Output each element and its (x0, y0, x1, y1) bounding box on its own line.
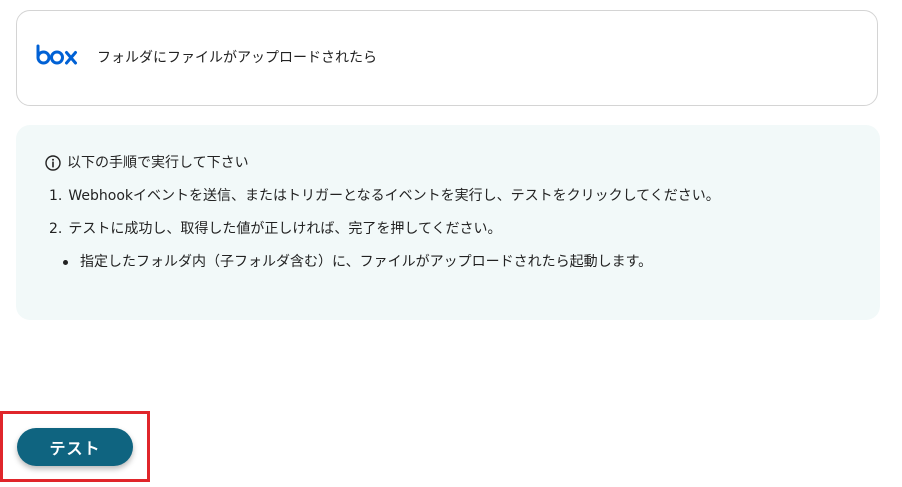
step-text: テストに成功し、取得した値が正しければ、完了を押してください。 (68, 221, 502, 237)
test-button[interactable]: テスト (17, 428, 133, 466)
step-number: 1. (49, 188, 63, 204)
box-logo-icon (36, 44, 78, 70)
trigger-card[interactable]: フォルダにファイルがアップロードされたら (16, 10, 878, 106)
instruction-step: 1. Webhookイベントを送信、またはトリガーとなるイベントを実行し、テストを… (49, 186, 720, 206)
step-number: 2. (49, 221, 63, 237)
instruction-step: 2. テストに成功し、取得した値が正しければ、完了を押してください。 (49, 219, 502, 239)
instruction-note: 指定したフォルダ内（子フォルダ含む）に、ファイルがアップロードされたら起動します… (63, 252, 652, 272)
page: フォルダにファイルがアップロードされたら 以下の手順で実行して下さい 1. Web… (0, 0, 902, 487)
info-icon (45, 155, 61, 171)
step-text: Webhookイベントを送信、またはトリガーとなるイベントを実行し、テストをクリ… (68, 188, 720, 204)
instructions-panel: 以下の手順で実行して下さい 1. Webhookイベントを送信、またはトリガーとな… (16, 125, 880, 320)
note-text: 指定したフォルダ内（子フォルダ含む）に、ファイルがアップロードされたら起動します… (80, 254, 653, 270)
instructions-title: 以下の手順で実行して下さい (67, 155, 249, 171)
bullet-icon (63, 259, 68, 265)
instructions-header: 以下の手順で実行して下さい (45, 153, 249, 173)
trigger-label: フォルダにファイルがアップロードされたら (97, 50, 377, 66)
